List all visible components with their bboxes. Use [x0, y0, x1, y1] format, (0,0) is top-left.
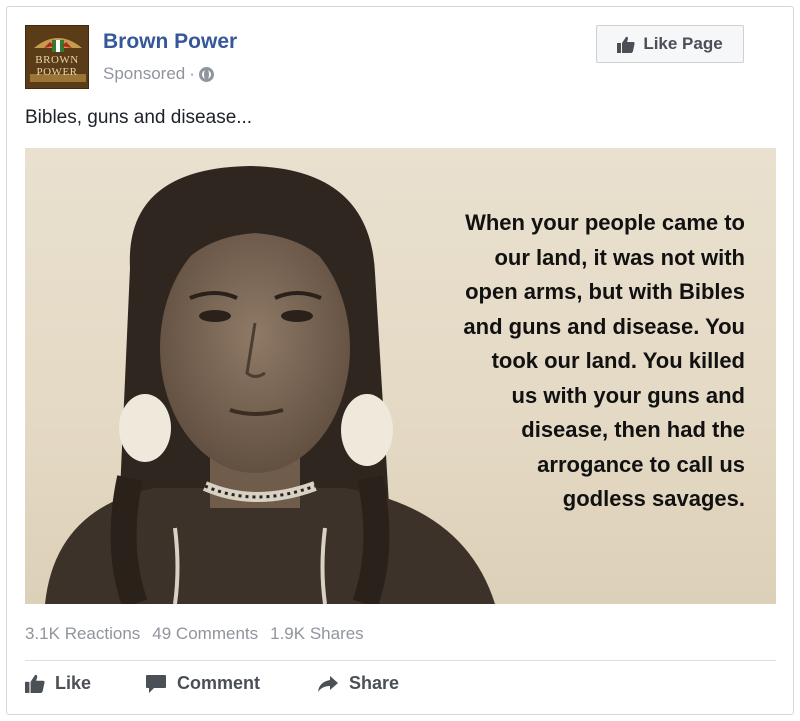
actions-divider — [25, 660, 776, 661]
engagement-stats: 3.1K Reactions 49 Comments 1.9K Shares — [25, 624, 364, 644]
quote-line: our land, it was not with — [494, 244, 745, 270]
like-button[interactable]: Like — [25, 673, 145, 694]
post-text: Bibles, guns and disease... — [25, 107, 253, 128]
sponsored-label[interactable]: Sponsored — [103, 64, 185, 84]
comments-count[interactable]: 49 Comments — [152, 624, 258, 644]
reactions-count[interactable]: 3.1K Reactions — [25, 624, 140, 644]
comment-label: Comment — [177, 673, 261, 693]
like-label: Like — [55, 673, 92, 693]
share-label: Share — [349, 673, 400, 693]
share-arrow-icon — [318, 675, 338, 692]
like-page-label: Like Page — [643, 34, 723, 53]
post-actions: Like Comment Share — [25, 673, 437, 694]
share-button[interactable]: Share — [317, 673, 437, 694]
quote-line: open arms, but with Bibles — [465, 279, 745, 304]
image-quote-text: When your people came to our land, it wa… — [395, 206, 745, 517]
quote-line: godless savages. — [562, 486, 745, 511]
page-avatar[interactable]: BROWN POWER — [25, 25, 89, 89]
thumbs-up-icon — [25, 674, 45, 693]
quote-line: and guns and disease. You — [463, 313, 745, 339]
like-page-button[interactable]: Like Page — [596, 25, 744, 63]
quote-line: When your people came to — [465, 210, 745, 235]
thumbs-up-icon — [617, 36, 635, 53]
quote-line: took our land. You killed — [491, 348, 745, 373]
meta-separator: · — [189, 64, 195, 83]
quote-line: arrogance to call us — [537, 451, 745, 477]
avatar-text-top: BROWN — [35, 54, 79, 66]
page-name-link[interactable]: Brown Power — [103, 30, 237, 54]
quote-line: us with your guns and — [511, 382, 745, 408]
globe-icon — [198, 66, 214, 82]
comment-button[interactable]: Comment — [145, 673, 317, 694]
comment-bubble-icon — [146, 674, 166, 693]
post-image[interactable]: When your people came to our land, it wa… — [25, 148, 776, 604]
avatar-text-bottom: POWER — [36, 66, 78, 78]
sponsored-meta: Sponsored · — [103, 64, 214, 84]
shares-count[interactable]: 1.9K Shares — [270, 624, 364, 644]
sponsored-post-card: BROWN POWER Brown Power Sponsored · Like… — [6, 6, 794, 715]
quote-line: disease, then had the — [521, 417, 745, 442]
